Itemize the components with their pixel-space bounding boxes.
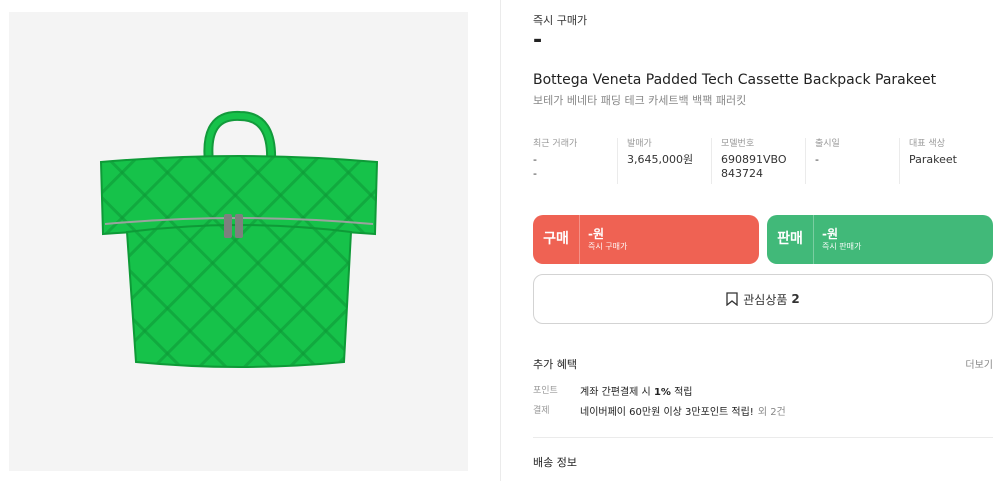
instant-price-value: - [533,28,543,53]
buy-label: 구매 [533,215,580,264]
backpack-body [125,224,353,368]
shipping-info-title: 배송 정보 [533,456,577,469]
buy-button[interactable]: 구매 -원 즉시 구매가 [533,215,759,264]
product-title-ko: 보테가 베네타 패딩 테크 카세트백 백팩 패러킷 [533,94,747,107]
product-details: 최근 거래가 - - 발매가 3,645,000원 모델번호 690891VBO… [533,138,993,184]
benefit-row-payment: 결제 네이버페이 60만원 이상 3만포인트 적립! 외 2건 [533,406,786,418]
benefits-more-link[interactable]: 더보기 [965,356,993,371]
detail-recent-price: 최근 거래가 - - [533,139,578,180]
sell-sub: 즉시 판매가 [822,242,862,251]
bookmark-icon [726,292,738,306]
vertical-divider [500,0,501,481]
trade-buttons: 구매 -원 즉시 구매가 판매 -원 즉시 판매가 [533,215,993,264]
instant-price-label: 즉시 구매가 [533,14,588,27]
sell-price: -원 [822,227,839,241]
buy-sub: 즉시 구매가 [588,242,628,251]
product-image[interactable] [9,12,468,471]
sell-label: 판매 [767,215,814,264]
detail-release-date: 출시일 - [805,138,899,184]
product-title-en: Bottega Veneta Padded Tech Cassette Back… [533,72,937,88]
detail-color: 대표 색상 Parakeet [899,138,993,184]
benefits-title: 추가 혜택 [533,358,577,371]
wishlist-button[interactable]: 관심상품 2 [533,274,993,324]
benefit-row-points: 포인트 계좌 간편결제 시 1% 적립 [533,386,693,398]
buy-price: -원 [588,227,605,241]
detail-release-price: 발매가 3,645,000원 [617,138,711,184]
section-divider [533,437,993,438]
backpack-illustration [99,110,379,368]
wishlist-label: 관심상품 [743,292,788,307]
detail-model-number: 모델번호 690891VBO843724 [711,138,805,184]
wishlist-count: 2 [791,292,800,306]
sell-button[interactable]: 판매 -원 즉시 판매가 [767,215,993,264]
